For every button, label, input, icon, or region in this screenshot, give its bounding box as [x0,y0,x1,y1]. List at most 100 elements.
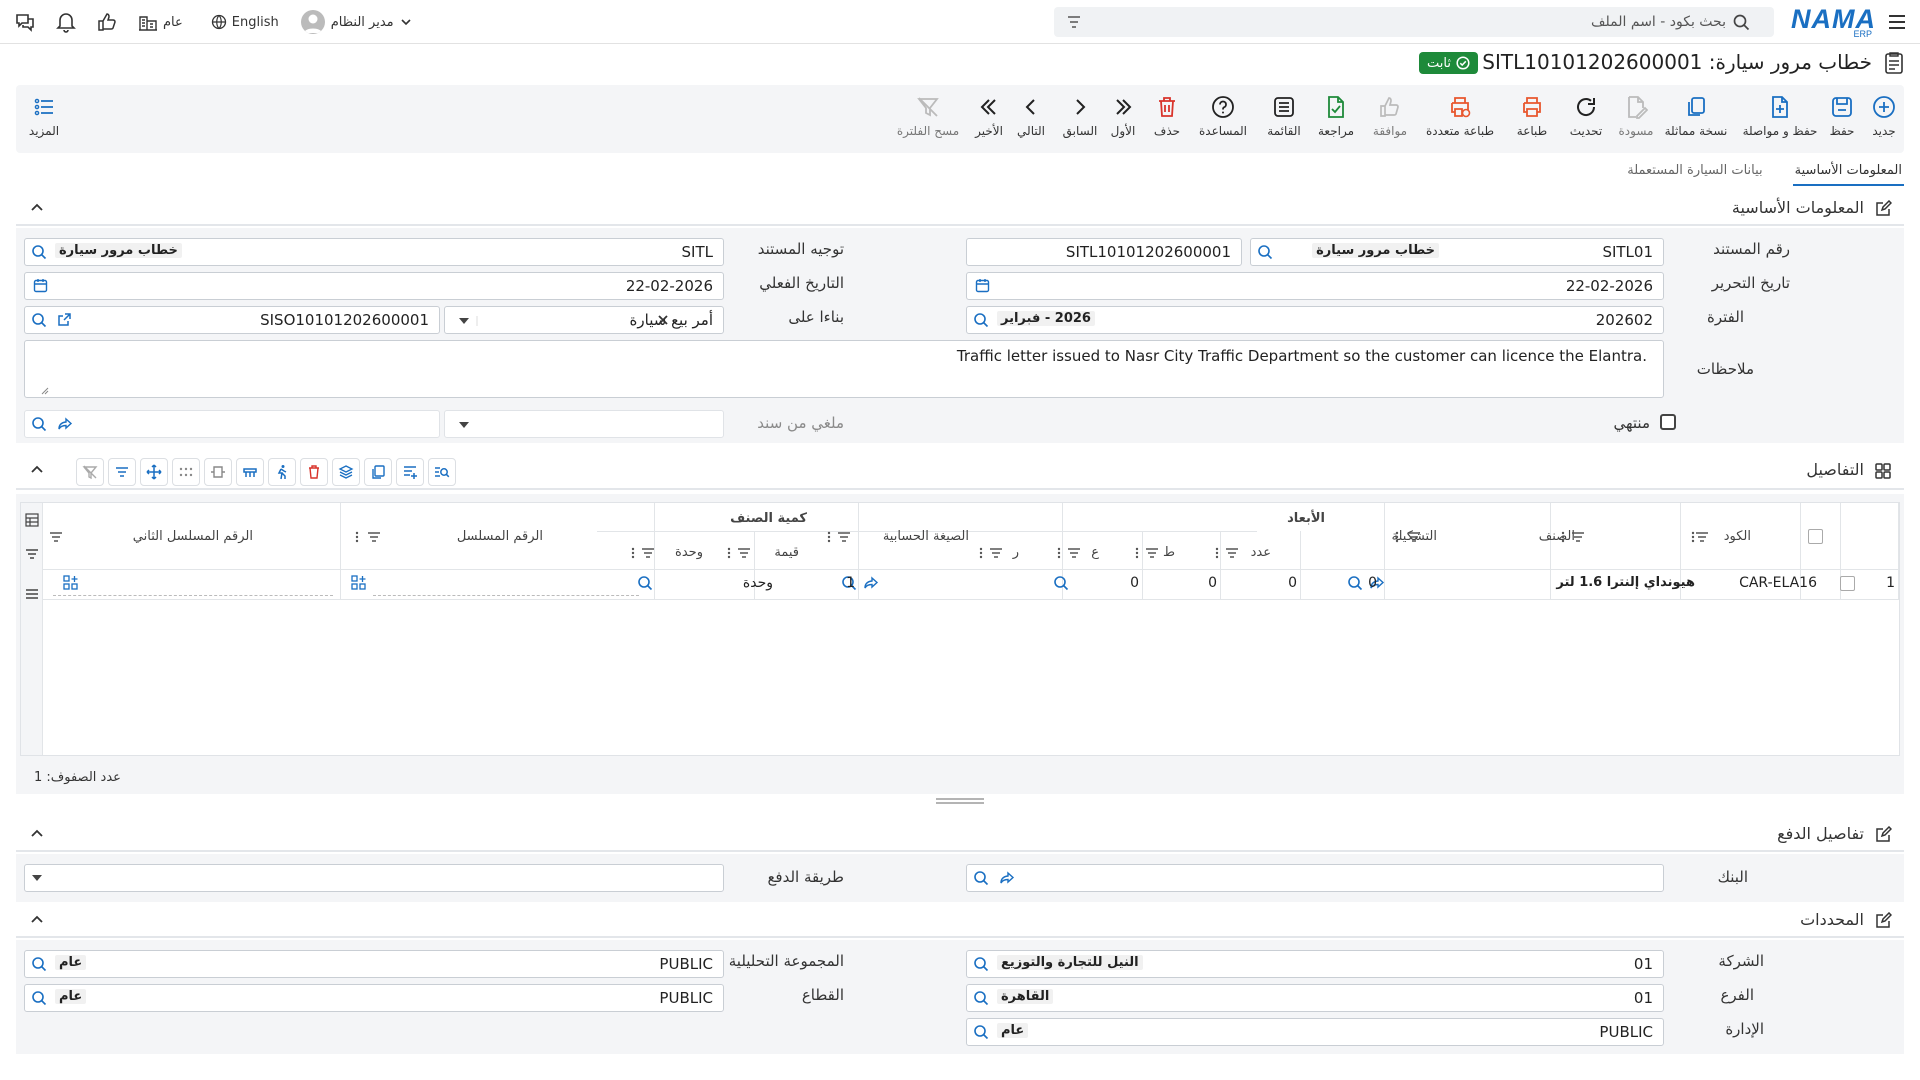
based-on-ref-field[interactable]: SISO10101202600001 [24,306,440,334]
cancelled-from-ref-field[interactable] [24,410,440,438]
table-settings-button[interactable] [236,458,264,486]
search-icon[interactable] [1733,14,1750,31]
item-search-icon[interactable] [1053,575,1069,591]
print-button[interactable]: طباعة [1514,95,1550,138]
list-button[interactable]: القائمة [1264,95,1304,138]
sector-field[interactable]: PUBLIC عام [24,984,724,1012]
payment-header[interactable]: تفاصيل الدفع [16,816,1904,852]
column-filter-icon[interactable] [367,531,381,543]
resize-handle-icon[interactable] [41,387,49,395]
column-filter-icon[interactable] [1571,531,1585,543]
grid-settings-icon[interactable] [25,513,39,527]
details-header[interactable]: التفاصيل [16,452,1904,490]
search-rows-button[interactable] [428,458,456,486]
lookup-search-icon[interactable] [973,990,989,1006]
calendar-icon[interactable] [33,278,48,293]
column-menu-icon[interactable] [631,547,635,559]
tab-used-car-data[interactable]: بيانات السيارة المستعملة [1625,160,1764,186]
lookup-search-icon[interactable] [973,312,989,328]
save-and-continue-button[interactable]: حفظ و مواصلة [1740,95,1820,138]
column-filter-icon[interactable] [1067,547,1081,559]
column-menu-icon[interactable] [979,547,983,559]
collapse-chevron-icon[interactable] [30,202,44,212]
column-menu-icon[interactable] [1057,547,1061,559]
basic-info-header[interactable]: المعلومات الأساسية [16,190,1904,226]
add-row-button[interactable] [396,458,424,486]
bell-icon[interactable] [56,11,76,33]
analytic-group-field[interactable]: PUBLIC عام [24,950,724,978]
review-button[interactable]: مراجعة [1316,95,1356,138]
row-menu-icon[interactable] [25,587,39,601]
duplicate-button[interactable]: نسخة مماثلة [1664,95,1728,138]
column-filter-icon[interactable] [641,547,655,559]
notes-textarea[interactable]: Traffic letter issued to Nasr City Traff… [24,340,1664,398]
chat-icon[interactable] [14,11,36,33]
direction-field[interactable]: SITL خطاب مرور سيارة [24,238,724,266]
new-button[interactable]: جديد [1864,95,1904,138]
payment-method-select[interactable] [24,864,724,892]
clear-x-icon[interactable] [657,314,669,326]
more-button[interactable]: المزيد [24,95,64,138]
previous-button[interactable]: السابق [1062,95,1098,138]
copy-rows-button[interactable] [364,458,392,486]
refresh-button[interactable]: تحديث [1568,95,1604,138]
doc-full-number-field[interactable]: SITL10101202600001 [966,238,1242,266]
help-button[interactable]: المساعدة [1198,95,1248,138]
row-checkbox[interactable] [1840,576,1855,591]
column-menu-icon[interactable] [1135,547,1139,559]
user-menu[interactable]: مدير النظام [300,10,412,34]
logo[interactable]: NAMA ERP [1791,4,1876,39]
serial-add-icon[interactable] [351,575,367,591]
filter-icon[interactable] [25,547,39,561]
hamburger-menu-icon[interactable] [1886,11,1908,33]
calendar-icon[interactable] [975,278,990,293]
language-selector[interactable]: English [211,14,279,30]
approve-button[interactable]: موافقة [1370,95,1410,138]
department-field[interactable]: PUBLIC عام [966,1018,1664,1046]
external-link-icon[interactable] [57,312,72,327]
column-filter-icon[interactable] [1695,531,1709,543]
delete-button[interactable]: حذف [1152,95,1182,138]
edit-date-field[interactable]: 22-02-2026 [966,272,1664,300]
column-menu-icon[interactable] [1691,531,1695,543]
first-button[interactable]: الأول [1108,95,1138,138]
lookup-search-icon[interactable] [31,244,47,260]
clear-filter-button[interactable] [76,458,104,486]
collapse-chevron-icon[interactable] [30,914,44,924]
search-input[interactable] [1126,10,1726,34]
collapse-chevron-icon[interactable] [30,828,44,838]
fit-columns-button[interactable] [204,458,232,486]
save-button[interactable]: حفظ [1824,95,1860,138]
lookup-search-icon[interactable] [31,990,47,1006]
clear-filter-button[interactable]: مسح الفلترة [896,95,960,138]
column-menu-icon[interactable] [827,531,831,543]
delete-row-button[interactable] [300,458,328,486]
column-menu-icon[interactable] [727,547,731,559]
lookup-search-icon[interactable] [31,312,47,328]
filter-icon[interactable] [1066,14,1082,30]
select-all-checkbox[interactable] [1808,529,1823,544]
branch-field[interactable]: 01 القاهرة [966,984,1664,1012]
column-filter-icon[interactable] [49,531,63,543]
lookup-search-icon[interactable] [973,956,989,972]
column-menu-icon[interactable] [1395,531,1399,543]
unit-search-icon[interactable] [637,575,653,591]
next-button[interactable]: التالي [1016,95,1046,138]
table-row[interactable]: 1 CAR-ELA16 هيونداي إلنترا 1.6 لتر 0 0 0… [43,569,1899,599]
column-filter-icon[interactable] [1145,547,1159,559]
doc-number-field[interactable]: SITL01 خطاب مرور سيارة [1250,238,1664,266]
move-button[interactable] [140,458,168,486]
share-arrow-icon[interactable] [57,416,73,432]
company-field[interactable]: 01 النيل للتجارة والتوزيع [966,950,1664,978]
splitter-handle[interactable] [936,798,984,804]
column-menu-icon[interactable] [1561,531,1565,543]
run-button[interactable] [268,458,296,486]
lookup-search-icon[interactable] [31,956,47,972]
based-on-type-select[interactable]: أمر بيع سيارة [444,306,724,334]
collapse-chevron-icon[interactable] [30,464,44,474]
column-menu-icon[interactable] [1215,547,1219,559]
column-filter-icon[interactable] [1225,547,1239,559]
serial2-add-icon[interactable] [63,575,79,591]
lookup-search-icon[interactable] [31,416,47,432]
filter-button[interactable] [108,458,136,486]
